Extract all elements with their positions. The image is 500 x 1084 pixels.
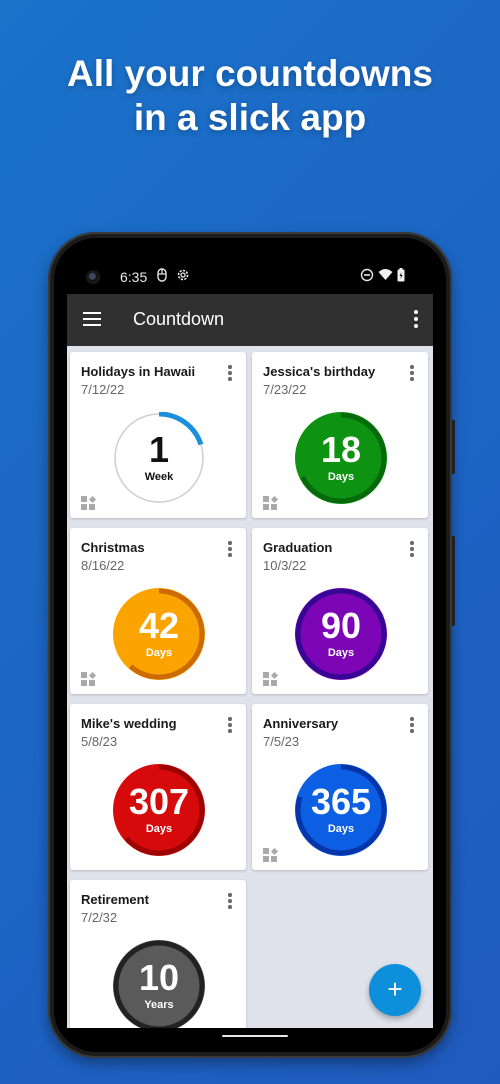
- more-vert-icon[interactable]: [411, 310, 421, 330]
- do-not-disturb-icon: [360, 268, 374, 285]
- card-more-icon[interactable]: [226, 541, 234, 559]
- app-bar: Countdown: [67, 294, 433, 346]
- hamburger-menu-icon[interactable]: [83, 312, 101, 326]
- countdown-card[interactable]: Graduation 10/3/22 90 Days: [252, 528, 428, 694]
- countdown-value: 18: [320, 429, 362, 470]
- add-widget-icon[interactable]: [81, 671, 96, 686]
- wifi-icon: [378, 268, 393, 284]
- countdown-unit: Week: [144, 471, 174, 483]
- battery-charging-icon: [397, 268, 405, 285]
- add-widget-icon[interactable]: [263, 847, 278, 862]
- countdown-unit: Days: [145, 823, 173, 835]
- countdown-ring: 307 Days: [113, 764, 205, 856]
- add-icon: +: [387, 974, 403, 1004]
- countdown-ring: 365 Days: [295, 764, 387, 856]
- countdown-ring: 42 Days: [113, 588, 205, 680]
- add-widget-icon[interactable]: [81, 495, 96, 510]
- countdown-card[interactable]: Christmas 8/16/22 42 Days: [70, 528, 246, 694]
- add-countdown-button[interactable]: +: [369, 964, 421, 1016]
- countdown-card[interactable]: Anniversary 7/5/23 365 Days: [252, 704, 428, 870]
- countdown-unit: Days: [327, 823, 355, 835]
- status-bar: 6:35: [54, 238, 446, 294]
- card-more-icon[interactable]: [408, 365, 416, 383]
- card-title: Holidays in Hawaii: [81, 364, 196, 379]
- countdown-value: 90: [320, 605, 362, 646]
- phone-frame: 6:35 Countdown Holidays in Hawaii 7/12/2…: [48, 232, 452, 1058]
- countdown-ring: 18 Days: [295, 412, 387, 504]
- add-widget-icon[interactable]: [263, 671, 278, 686]
- countdown-value: 42: [138, 605, 180, 646]
- card-title: Mike's wedding: [81, 716, 177, 731]
- card-date: 10/3/22: [263, 558, 307, 573]
- countdown-ring: 90 Days: [295, 588, 387, 680]
- countdown-value: 10: [138, 957, 180, 998]
- countdown-unit: Years: [144, 999, 174, 1011]
- gesture-nav-handle[interactable]: [222, 1035, 288, 1037]
- app-screen: Countdown Holidays in Hawaii 7/12/22 1 W…: [67, 294, 433, 1028]
- status-time: 6:35: [120, 269, 148, 285]
- card-date: 7/12/22: [81, 382, 125, 397]
- countdown-ring: 1 Week: [113, 412, 205, 504]
- card-date: 5/8/23: [81, 734, 118, 749]
- countdown-value: 365: [310, 781, 372, 822]
- app-title: Countdown: [133, 309, 225, 329]
- card-title: Graduation: [263, 540, 333, 555]
- lens-icon: [157, 268, 167, 285]
- countdown-card[interactable]: Holidays in Hawaii 7/12/22 1 Week: [70, 352, 246, 518]
- card-title: Jessica's birthday: [263, 364, 376, 379]
- card-title: Retirement: [81, 892, 149, 907]
- countdown-unit: Days: [327, 647, 355, 659]
- card-date: 7/2/32: [81, 910, 118, 925]
- card-date: 8/16/22: [81, 558, 125, 573]
- countdown-card[interactable]: Jessica's birthday 7/23/22 18 Days: [252, 352, 428, 518]
- countdown-value: 1: [148, 429, 170, 470]
- phone-screen: 6:35 Countdown Holidays in Hawaii 7/12/2…: [54, 238, 446, 1052]
- card-title: Christmas: [81, 540, 145, 555]
- front-camera: [86, 270, 100, 284]
- card-date: 7/23/22: [263, 382, 307, 397]
- settings-icon: [176, 268, 190, 285]
- card-title: Anniversary: [263, 716, 339, 731]
- card-date: 7/5/23: [263, 734, 300, 749]
- headline-line-1: All your countdowns: [67, 53, 433, 94]
- countdown-value: 307: [128, 781, 190, 822]
- card-more-icon[interactable]: [226, 717, 234, 735]
- countdown-card[interactable]: Retirement 7/2/32 10 Years: [70, 880, 246, 1028]
- headline-line-2: in a slick app: [133, 97, 367, 138]
- countdown-unit: Days: [145, 647, 173, 659]
- countdown-unit: Days: [327, 471, 355, 483]
- card-more-icon[interactable]: [408, 717, 416, 735]
- card-more-icon[interactable]: [226, 893, 234, 911]
- headline: All your countdowns in a slick app: [0, 52, 500, 140]
- card-more-icon[interactable]: [226, 365, 234, 383]
- countdown-ring: 10 Years: [113, 940, 205, 1028]
- countdown-card[interactable]: Mike's wedding 5/8/23 307 Days: [70, 704, 246, 870]
- add-widget-icon[interactable]: [263, 495, 278, 510]
- card-more-icon[interactable]: [408, 541, 416, 559]
